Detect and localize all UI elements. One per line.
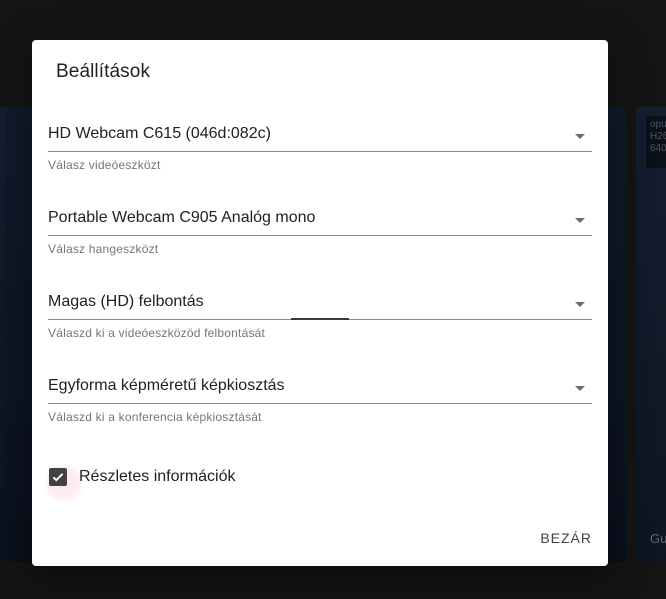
audio-device-field: Portable Webcam C905 Analóg mono Válasz …: [48, 204, 592, 256]
details-checkbox-label: Részletes információk: [79, 468, 236, 485]
resolution-value: Magas (HD) felbontás: [48, 293, 204, 310]
resolution-helper: Válaszd ki a videóeszközöd felbontását: [48, 326, 266, 340]
audio-device-helper: Válasz hangeszközt: [48, 242, 159, 256]
layout-value: Egyforma képméretű képkiosztás: [48, 377, 285, 394]
resolution-select[interactable]: Magas (HD) felbontás: [48, 288, 592, 320]
layout-select[interactable]: Egyforma képméretű képkiosztás: [48, 372, 592, 404]
details-checkbox[interactable]: [49, 468, 67, 486]
settings-dialog: Beállítások HD Webcam C615 (046d:082c) V…: [32, 40, 608, 566]
audio-device-select[interactable]: Portable Webcam C905 Analóg mono: [48, 204, 592, 236]
layout-helper: Válaszd ki a konferencia képkiosztását: [48, 410, 262, 424]
dialog-title: Beállítások: [56, 61, 151, 82]
dropdown-arrow-icon: [575, 386, 585, 391]
details-checkbox-row[interactable]: Részletes információk: [44, 463, 236, 503]
dropdown-arrow-icon: [575, 302, 585, 307]
video-device-value: HD Webcam C615 (046d:082c): [48, 125, 271, 142]
video-device-field: HD Webcam C615 (046d:082c) Válasz videóe…: [48, 120, 592, 172]
dropdown-arrow-icon: [575, 134, 585, 139]
layout-field: Egyforma képméretű képkiosztás Válaszd k…: [48, 372, 592, 424]
checkmark-icon: [52, 473, 64, 482]
video-device-select[interactable]: HD Webcam C615 (046d:082c): [48, 120, 592, 152]
underline-focus-indicator: [291, 318, 349, 320]
resolution-field: Magas (HD) felbontás Válaszd ki a videóe…: [48, 288, 592, 340]
close-button[interactable]: BEZÁR: [532, 520, 600, 556]
video-device-helper: Válasz videóeszközt: [48, 158, 161, 172]
audio-device-value: Portable Webcam C905 Analóg mono: [48, 209, 316, 226]
dropdown-arrow-icon: [575, 218, 585, 223]
